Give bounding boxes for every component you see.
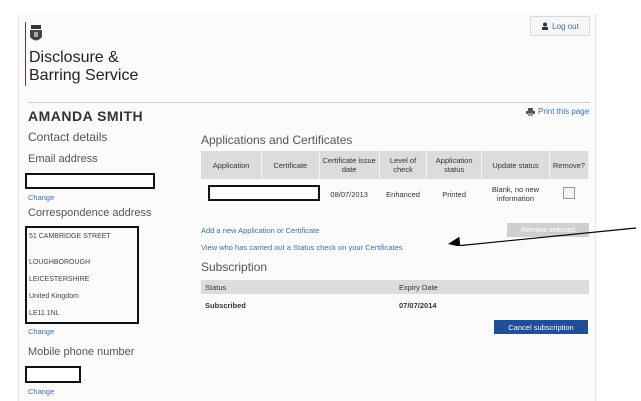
subscription-status-header: Status — [205, 283, 227, 292]
logo-divider — [25, 22, 26, 86]
arrow-annotation-icon — [448, 227, 637, 246]
column-header: Update status — [481, 151, 550, 179]
subscription-status: Subscribed — [205, 301, 246, 310]
print-link[interactable]: Print this page — [526, 107, 589, 116]
subscription-heading: Subscription — [201, 260, 268, 274]
header-divider — [28, 102, 590, 103]
address-line: United Kingdom — [29, 293, 79, 300]
address-line: LEICESTERSHIRE — [29, 276, 90, 283]
column-header: Certificate issue date — [319, 151, 380, 179]
subscription-expiry-header: Expiry Date — [399, 283, 438, 292]
add-application-link[interactable]: Add a new Application or Certificate — [201, 226, 319, 235]
update-status-cell: Blank, no new information — [491, 185, 540, 203]
application-redacted — [208, 185, 320, 201]
mobile-heading: Mobile phone number — [28, 346, 135, 358]
print-label: Print this page — [538, 107, 590, 116]
application-certificate-cell — [201, 179, 320, 209]
mobile-value-redacted — [25, 366, 81, 383]
address-line: 51 CAMBRIDGE STREET — [29, 233, 111, 240]
level-cell: Enhanced — [386, 189, 420, 199]
address-line: LOUGHBOROUGH — [29, 259, 91, 266]
subscription-header: Status Expiry Date — [201, 280, 589, 294]
column-header: Application status — [426, 151, 483, 179]
mobile-change-link[interactable]: Change — [28, 387, 54, 396]
applications-heading: Applications and Certificates — [201, 133, 353, 147]
column-header: Certificate — [261, 151, 320, 179]
subscription-row: Subscribed 07/07/2014 — [201, 298, 589, 310]
printer-icon — [526, 107, 535, 116]
email-change-link[interactable]: Change — [28, 193, 54, 202]
remove-cell — [549, 179, 588, 209]
contact-details-heading: Contact details — [28, 130, 108, 144]
address-line: LE11 1NL — [29, 310, 60, 317]
remove-checkbox[interactable] — [562, 187, 575, 199]
table-header-row: Application Certificate Certificate issu… — [201, 151, 590, 179]
applications-table: Application Certificate Certificate issu… — [201, 151, 590, 209]
org-name-line1: Disclosure & — [29, 49, 119, 66]
cancel-subscription-button[interactable]: Cancel subscription — [494, 320, 588, 334]
correspondence-heading: Correspondence address — [28, 207, 152, 219]
org-name-line2: Barring Service — [29, 67, 139, 84]
email-value-redacted — [25, 173, 155, 189]
user-icon — [542, 22, 549, 30]
status-check-link[interactable]: View who has carried out a Status check … — [201, 243, 403, 252]
column-header: Application — [201, 151, 263, 179]
issue-date-cell: 08/07/2013 — [330, 189, 368, 199]
column-header: Level of check — [379, 151, 428, 179]
table-row: 08/07/2013 Enhanced Printed Blank, no ne… — [201, 179, 589, 209]
email-heading: Email address — [28, 153, 98, 165]
logout-button[interactable]: Log out — [530, 16, 590, 36]
logout-label: Log out — [552, 21, 579, 31]
address-change-link[interactable]: Change — [28, 327, 54, 336]
subscription-expiry: 07/07/2014 — [399, 301, 437, 310]
crest-icon — [30, 25, 42, 41]
column-header: Remove? — [549, 151, 590, 179]
user-name: AMANDA SMITH — [28, 108, 144, 124]
app-status-cell: Printed — [442, 189, 467, 199]
